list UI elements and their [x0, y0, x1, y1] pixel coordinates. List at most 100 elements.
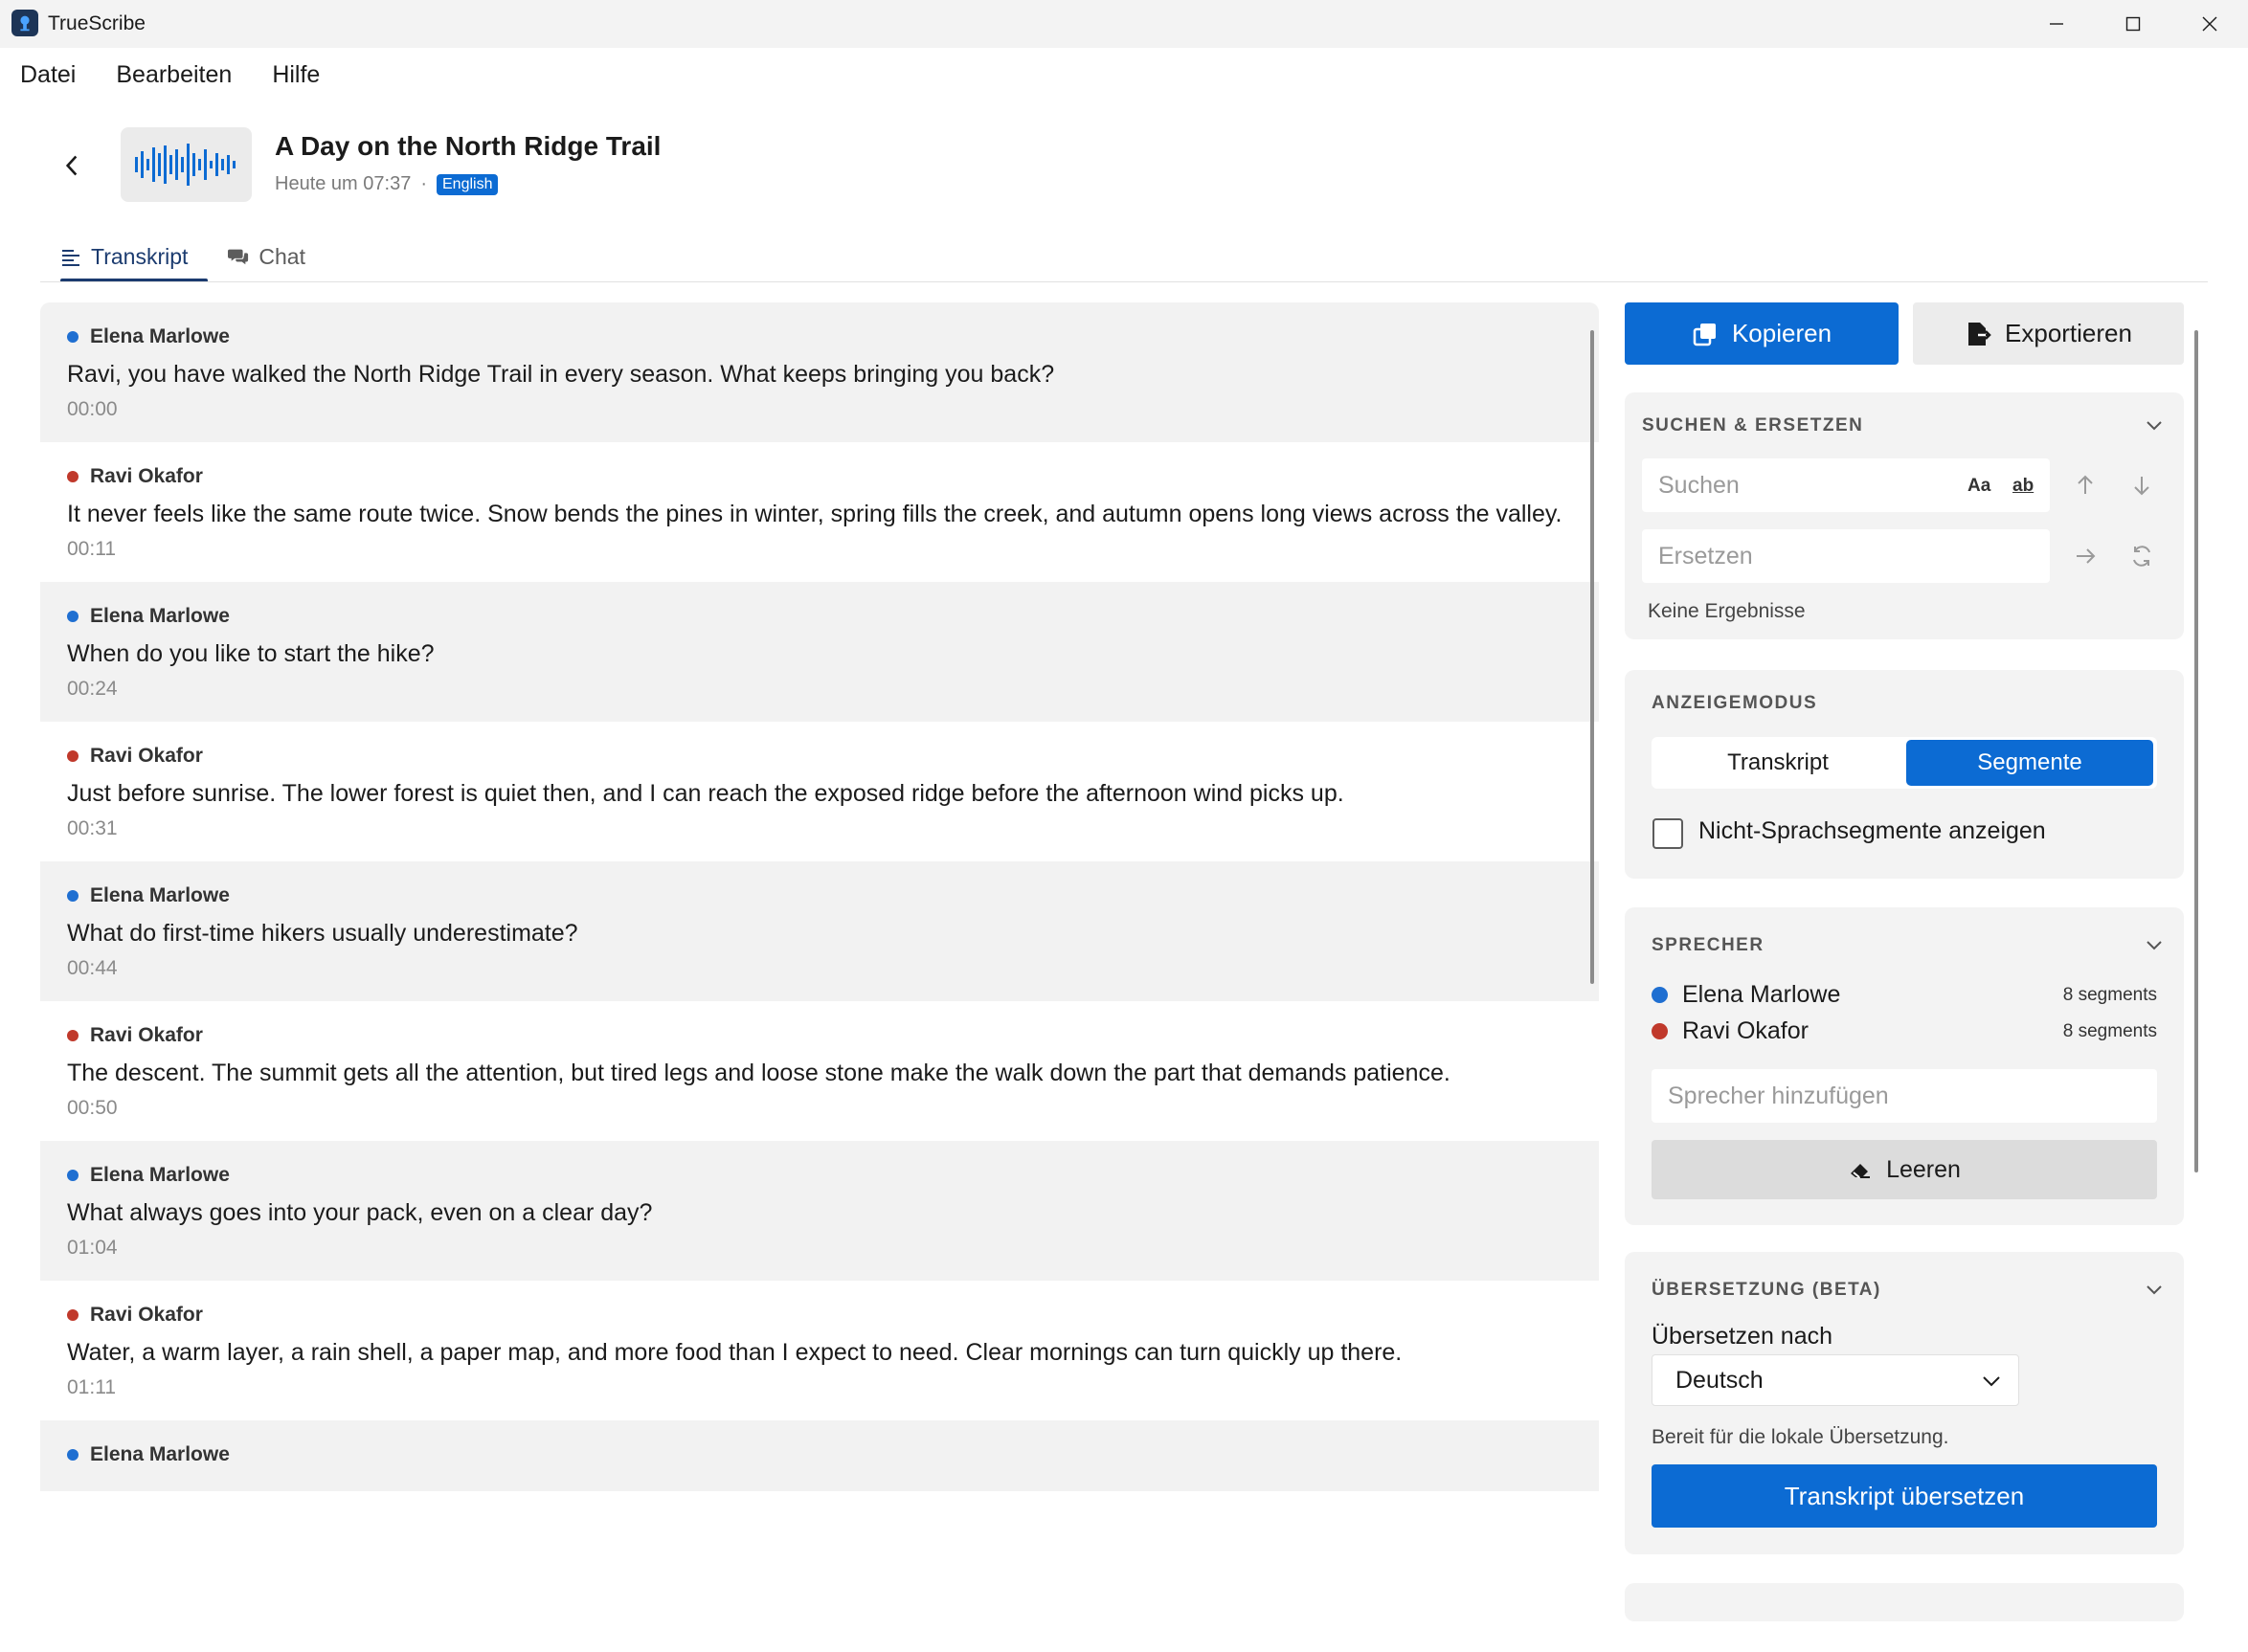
tab-chat[interactable]: Chat [208, 230, 326, 283]
speaker-name: Elena Marlowe [1682, 981, 1841, 1008]
close-button[interactable] [2171, 0, 2248, 48]
speaker-name: Ravi Okafor [1682, 1017, 1809, 1044]
menu-hilfe[interactable]: Hilfe [272, 61, 320, 89]
export-icon [1968, 322, 1991, 346]
segment-speaker: Elena Marlowe [90, 325, 230, 347]
transcript-list[interactable]: Elena Marlowe Ravi, you have walked the … [40, 302, 1599, 1593]
eraser-icon [1851, 1164, 1871, 1178]
speaker-color-dot [1652, 1023, 1668, 1039]
clear-speakers-button[interactable]: Leeren [1652, 1140, 2157, 1199]
app-logo-icon [11, 10, 38, 36]
transcript-segment[interactable]: Elena Marlowe What always goes into your… [40, 1141, 1599, 1281]
segment-time[interactable]: 00:44 [67, 957, 1572, 984]
recording-timestamp: Heute um 07:37 [275, 173, 412, 194]
transcript-segment[interactable]: Elena Marlowe [40, 1420, 1599, 1491]
translate-button[interactable]: Transkript übersetzen [1652, 1464, 2157, 1528]
export-button-label: Exportieren [2005, 319, 2132, 347]
page-title: A Day on the North Ridge Trail [275, 131, 662, 161]
replace-input[interactable]: Ersetzen [1642, 529, 2050, 583]
segment-time[interactable]: 00:50 [67, 1097, 1572, 1124]
close-icon [2202, 16, 2217, 32]
speaker-dot [67, 890, 79, 902]
transcript-segment[interactable]: Ravi Okafor It never feels like the same… [40, 442, 1599, 582]
target-language-select[interactable]: Deutsch [1652, 1354, 2019, 1406]
arrow-down-icon[interactable] [2129, 473, 2154, 498]
segment-text[interactable]: What always goes into your pack, even on… [67, 1194, 1572, 1231]
whole-word-toggle[interactable]: ab [2012, 476, 2034, 497]
search-replace-panel: SUCHEN & ERSETZEN Suchen Aa ab Ersetzen … [1625, 392, 2184, 639]
segment-time[interactable]: 00:24 [67, 678, 1572, 704]
minimize-button[interactable] [2018, 0, 2095, 48]
segment-speaker: Elena Marlowe [90, 1443, 230, 1465]
segment-text[interactable]: When do you like to start the hike? [67, 636, 1572, 672]
add-speaker-input[interactable]: Sprecher hinzufügen [1652, 1069, 2157, 1123]
translation-title: ÜBERSETZUNG (BETA) [1652, 1280, 1881, 1300]
transcript-segment[interactable]: Ravi Okafor Water, a warm layer, a rain … [40, 1281, 1599, 1420]
next-panel [1625, 1583, 2184, 1621]
copy-button-label: Kopieren [1731, 319, 1832, 347]
transcript-segment[interactable]: Elena Marlowe What do first-time hikers … [40, 861, 1599, 1001]
mode-segmente-button[interactable]: Segmente [1906, 740, 2153, 786]
maximize-icon [2125, 16, 2141, 32]
segment-speaker: Elena Marlowe [90, 605, 230, 627]
speaker-row[interactable]: Elena Marlowe 8 segments [1652, 981, 2157, 1009]
chevron-down-icon[interactable] [2143, 933, 2166, 956]
speakers-panel: SPRECHER Elena Marlowe 8 segments Ravi O… [1625, 907, 2184, 1225]
speaker-dot [67, 1449, 79, 1461]
arrow-right-icon[interactable] [2073, 544, 2098, 569]
chevron-down-icon[interactable] [2143, 413, 2166, 436]
speaker-dot [67, 1170, 79, 1181]
menu-bearbeiten[interactable]: Bearbeiten [116, 61, 232, 89]
speakers-title: SPRECHER [1652, 935, 1765, 955]
display-mode-toggle: Transkript Segmente [1652, 737, 2157, 789]
copy-button[interactable]: Kopieren [1625, 302, 1899, 365]
add-speaker-placeholder: Sprecher hinzufügen [1668, 1082, 1889, 1109]
segment-text[interactable]: What do first-time hikers usually undere… [67, 915, 1572, 951]
segment-text[interactable]: Ravi, you have walked the North Ridge Tr… [67, 356, 1572, 392]
match-case-toggle[interactable]: Aa [1967, 476, 1990, 497]
transcript-segment[interactable]: Elena Marlowe When do you like to start … [40, 582, 1599, 722]
export-button[interactable]: Exportieren [1913, 302, 2184, 365]
segment-time[interactable]: 01:11 [67, 1376, 1572, 1403]
segment-time[interactable]: 01:04 [67, 1237, 1572, 1263]
mode-transkript-button[interactable]: Transkript [1654, 740, 1901, 786]
chevron-down-icon[interactable] [2143, 1278, 2166, 1301]
transcript-segment[interactable]: Ravi Okafor The descent. The summit gets… [40, 1001, 1599, 1141]
segment-speaker: Elena Marlowe [90, 884, 230, 906]
speaker-dot [67, 1309, 79, 1321]
copy-icon [1693, 323, 1716, 346]
segment-text[interactable]: The descent. The summit gets all the att… [67, 1055, 1572, 1091]
transcript-scrollbar[interactable] [1590, 330, 1594, 984]
speaker-segment-count: 8 segments [2062, 984, 2157, 1005]
waveform-icon [134, 144, 236, 186]
language-badge: English [437, 173, 499, 195]
segment-text[interactable]: Just before sunrise. The lower forest is… [67, 775, 1572, 812]
side-panel-scrollbar[interactable] [2194, 330, 2198, 1172]
segment-time[interactable]: 00:11 [67, 538, 1572, 565]
back-button[interactable] [57, 148, 86, 183]
translation-panel: ÜBERSETZUNG (BETA) Übersetzen nach Deuts… [1625, 1252, 2184, 1554]
speaker-dot [67, 1030, 79, 1041]
tab-transkript[interactable]: Transkript [40, 230, 209, 283]
transcript-segment[interactable]: Elena Marlowe Ravi, you have walked the … [40, 302, 1599, 442]
segment-text[interactable]: It never feels like the same route twice… [67, 496, 1572, 532]
replace-all-icon[interactable] [2129, 544, 2154, 569]
audio-thumbnail [121, 127, 252, 202]
speaker-dot [67, 750, 79, 762]
segment-time[interactable]: 00:31 [67, 817, 1572, 844]
non-speech-label[interactable]: Nicht-Sprachsegmente anzeigen [1698, 817, 2046, 845]
tab-bar: Transkript Chat [40, 230, 326, 283]
arrow-up-icon[interactable] [2073, 473, 2098, 498]
segment-speaker: Ravi Okafor [90, 465, 203, 487]
speaker-row[interactable]: Ravi Okafor 8 segments [1652, 1017, 2157, 1045]
transcript-segment[interactable]: Ravi Okafor Just before sunrise. The low… [40, 722, 1599, 861]
segment-time[interactable]: 00:00 [67, 398, 1572, 425]
title-bar: TrueScribe [0, 0, 2248, 48]
non-speech-checkbox[interactable] [1652, 818, 1683, 849]
translate-to-label: Übersetzen nach [1652, 1323, 1833, 1350]
meta-separator: · [420, 173, 427, 194]
menu-datei[interactable]: Datei [20, 61, 76, 89]
segment-text[interactable]: Water, a warm layer, a rain shell, a pap… [67, 1334, 1572, 1371]
search-placeholder: Suchen [1658, 471, 1740, 499]
maximize-button[interactable] [2095, 0, 2171, 48]
